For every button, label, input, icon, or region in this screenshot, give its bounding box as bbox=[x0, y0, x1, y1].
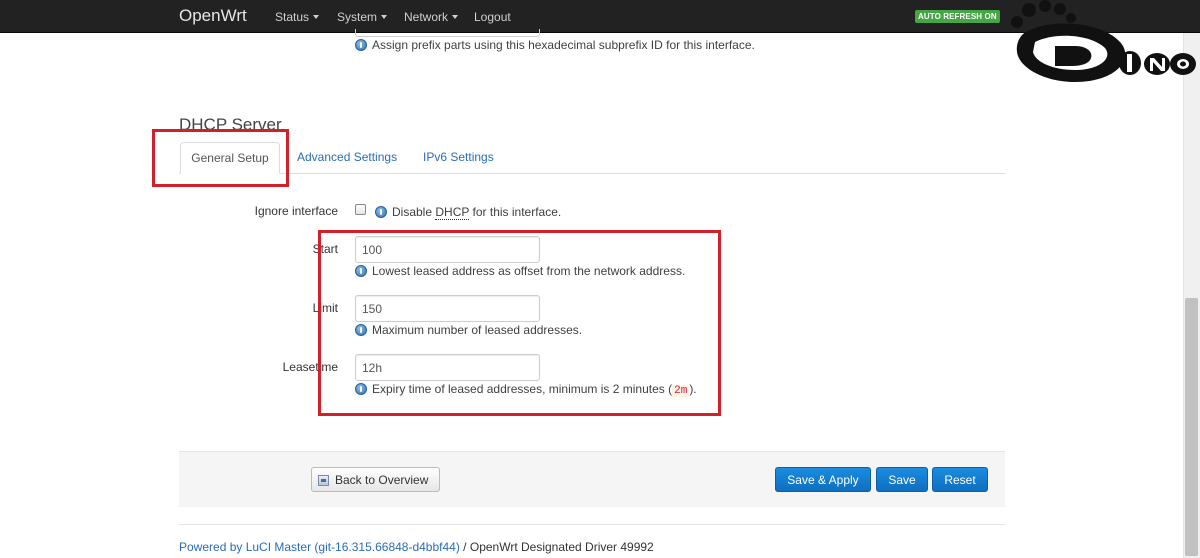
tab-advanced-settings[interactable]: Advanced Settings bbox=[297, 150, 397, 164]
start-label: Start bbox=[312, 242, 338, 256]
dhcp-abbreviation: DHCP bbox=[435, 205, 470, 220]
info-icon bbox=[375, 206, 387, 218]
tab-ipv6-settings[interactable]: IPv6 Settings bbox=[423, 150, 494, 164]
ipv6-hint-input[interactable] bbox=[355, 29, 540, 37]
luci-link[interactable]: Powered by LuCI Master (git-16.315.66848… bbox=[179, 540, 460, 554]
prefix-hint: Assign prefix parts using this hexadecim… bbox=[355, 38, 755, 52]
menu-logout[interactable]: Logout bbox=[474, 10, 511, 24]
chevron-down-icon bbox=[381, 15, 388, 19]
tab-divider bbox=[179, 173, 1005, 174]
ignore-hint-prefix: Disable bbox=[392, 205, 433, 219]
back-icon bbox=[318, 474, 329, 486]
reset-button[interactable]: Reset bbox=[932, 467, 988, 492]
save-button[interactable]: Save bbox=[876, 467, 928, 492]
footer-separator: / bbox=[459, 540, 470, 554]
footer-divider bbox=[179, 524, 1005, 525]
scrollbar-thumb[interactable] bbox=[1185, 298, 1198, 556]
back-to-overview-button[interactable]: Back to Overview bbox=[311, 467, 440, 492]
ignore-hint-suffix: for this interface. bbox=[472, 205, 562, 219]
ignore-interface-label: Ignore interface bbox=[254, 204, 338, 218]
chevron-down-icon bbox=[452, 15, 459, 19]
menu-status-label: Status bbox=[275, 10, 310, 24]
menu-network-label: Network bbox=[404, 10, 449, 24]
prefix-hint-text: Assign prefix parts using this hexadecim… bbox=[372, 38, 755, 52]
chevron-down-icon bbox=[313, 15, 320, 19]
ignore-interface-hint: Disable DHCP for this interface. bbox=[375, 205, 562, 220]
brand-logo[interactable]: OpenWrt bbox=[179, 6, 247, 26]
back-button-label: Back to Overview bbox=[335, 472, 429, 487]
ignore-interface-checkbox[interactable] bbox=[355, 204, 366, 215]
auto-refresh-badge[interactable]: AUTO REFRESH ON bbox=[915, 10, 1000, 23]
footer-version: OpenWrt Designated Driver 49992 bbox=[469, 540, 654, 554]
leasetime-label: Leasetime bbox=[282, 360, 338, 374]
limit-label: Limit bbox=[312, 301, 338, 315]
annotation-box-tab bbox=[152, 129, 289, 187]
menu-status[interactable]: Status bbox=[275, 10, 320, 24]
menu-network[interactable]: Network bbox=[404, 10, 459, 24]
annotation-box-fields bbox=[318, 230, 721, 416]
dino-watermark-logo bbox=[1011, 0, 1196, 82]
menu-system[interactable]: System bbox=[337, 10, 388, 24]
footer: Powered by LuCI Master (git-16.315.66848… bbox=[179, 540, 654, 554]
menu-system-label: System bbox=[337, 10, 378, 24]
info-icon bbox=[355, 39, 367, 51]
save-apply-button[interactable]: Save & Apply bbox=[775, 467, 871, 492]
